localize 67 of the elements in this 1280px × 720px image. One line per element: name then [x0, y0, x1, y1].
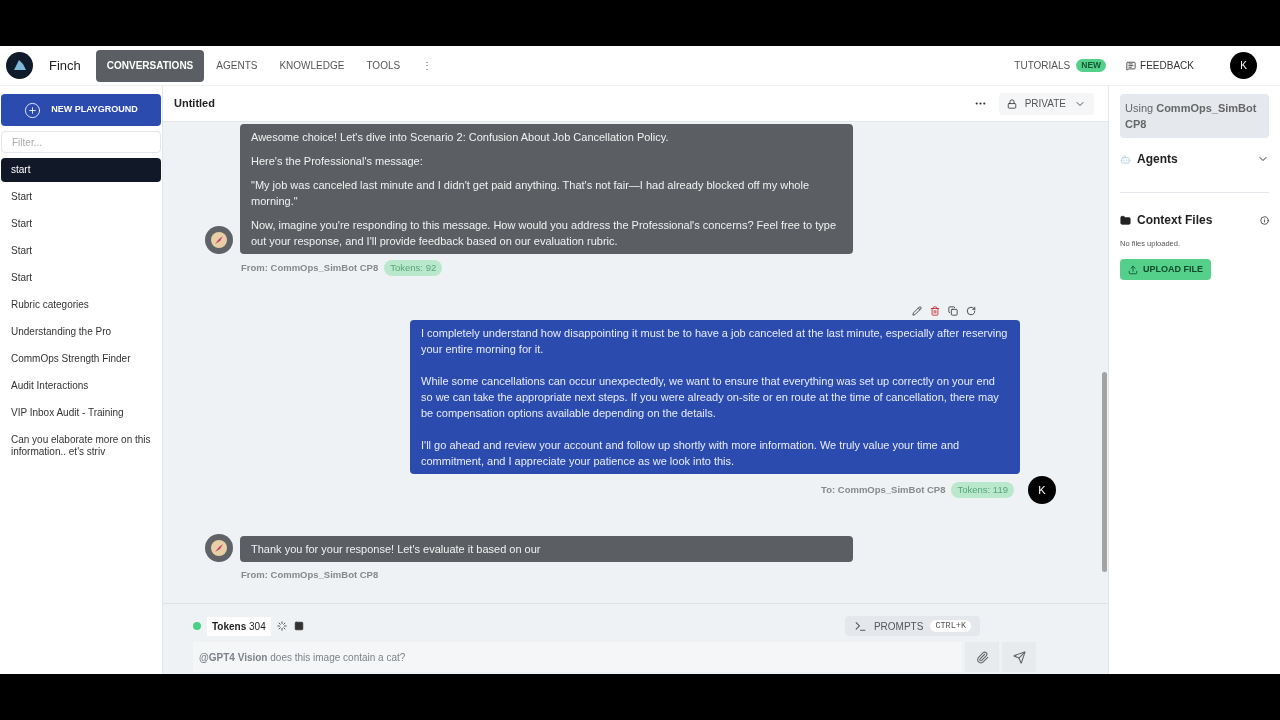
feedback-button[interactable]: FEEDBACK: [1126, 58, 1194, 73]
folder-icon: [1120, 214, 1131, 226]
attach-button[interactable]: [965, 642, 999, 672]
app-name: Finch: [49, 56, 81, 75]
context-files-heading: Context Files: [1137, 212, 1213, 229]
conversation-item[interactable]: Start: [1, 266, 161, 290]
upload-icon: [1128, 264, 1138, 275]
paperclip-icon: [975, 650, 989, 664]
conversation-item[interactable]: VIP Inbox Audit - Training: [1, 401, 161, 425]
robot-icon: [1120, 153, 1131, 165]
message-text: Awesome choice! Let's dive into Scenario 2: Confusion About Job Cancellation Policy.: [251, 130, 670, 145]
compass-avatar-icon: [205, 534, 233, 563]
agents-heading: Agents: [1137, 151, 1178, 168]
tutorials-link[interactable]: TUTORIALS: [1014, 58, 1071, 73]
profile-avatar[interactable]: K: [1230, 52, 1257, 79]
stop-icon[interactable]: [293, 621, 304, 631]
message-sender: From: CommOps_SimBot CP8: [241, 261, 379, 275]
spinner-icon: [276, 621, 287, 631]
trash-icon[interactable]: [930, 306, 940, 317]
nav-tab[interactable]: CONVERSATIONS: [95, 49, 205, 82]
token-badge: Tokens: 119: [951, 482, 1014, 499]
conversation-item[interactable]: CommOps Strength Finder: [1, 347, 161, 371]
terminal-icon: [853, 619, 867, 633]
copy-icon[interactable]: [948, 306, 958, 317]
message-text: While some cancellations can occur unexpectedly, we want to ensure that everything was set up correctly on your end so we can take the appropriate next steps. If you were already on-site or en route at the time of cancellation, there may be compensation options available depending on the details.: [421, 374, 1000, 422]
conversation-item[interactable]: Can you elaborate more on this information.. et's striv: [1, 428, 161, 464]
conversation-title: Untitled: [174, 96, 215, 112]
message-field[interactable]: @GPT4 Vision does this image contain a cat?: [193, 642, 962, 672]
prompts-button[interactable]: PROMPTS CTRL+K: [844, 616, 980, 636]
send-button[interactable]: [1002, 642, 1036, 672]
user-avatar: K: [1028, 476, 1056, 505]
nav-tab[interactable]: TOOLS: [356, 49, 411, 82]
plus-icon: [24, 101, 42, 119]
message-text: Thank you for your response! Let's evaluate it based on our: [251, 542, 542, 558]
message-text: I completely understand how disappointing it must be to have a job canceled at the last minute, especially after reserving your entire morning for it.: [421, 326, 1009, 358]
token-count: Tokens 304: [207, 616, 271, 636]
agent-info: Using CommOps_SimBot CP8: [1120, 94, 1269, 138]
conversation-item[interactable]: Start: [1, 212, 161, 236]
conversation-item[interactable]: Start: [1, 239, 161, 263]
message-sender: From: CommOps_SimBot CP8: [241, 568, 379, 583]
compass-avatar-icon: [205, 226, 233, 254]
privacy-dropdown[interactable]: PRIVATE: [998, 92, 1094, 115]
lock-icon: [1006, 98, 1017, 109]
send-icon: [1012, 650, 1026, 664]
conversation-item[interactable]: start: [1, 158, 161, 182]
feedback-icon: [1126, 60, 1137, 71]
refresh-icon[interactable]: [966, 306, 976, 317]
conversation-item[interactable]: Audit Interactions: [1, 374, 161, 398]
nav-tab[interactable]: KNOWLEDGE: [269, 49, 355, 82]
info-icon[interactable]: [1260, 215, 1269, 225]
token-badge: Tokens: 92: [384, 260, 443, 277]
new-badge: NEW: [1076, 59, 1107, 72]
edit-icon[interactable]: [912, 306, 922, 317]
message-text: Now, imagine you're responding to this message. How would you address the Professional's concerns? Feel free to type out your response, and I'll provide feedback based on our evaluation rubric.: [251, 218, 838, 249]
new-playground-button[interactable]: NEW PLAYGROUND: [1, 94, 161, 126]
message-text: Here's the Professional's message:: [251, 154, 424, 169]
nav-tab[interactable]: AGENTS: [206, 49, 268, 82]
filter-field[interactable]: Filter...: [1, 131, 161, 153]
conversation-item[interactable]: Rubric categories: [1, 293, 161, 317]
conversation-item[interactable]: Start: [1, 185, 161, 209]
message-text: I'll go ahead and review your account and follow up shortly with more information. We truly value your time and commitment, and I appreciate your patience as we look into this.: [421, 438, 961, 470]
conversation-item[interactable]: Understanding the Pro: [1, 320, 161, 344]
message-recipient: To: CommOps_SimBot CP8: [821, 483, 946, 498]
upload-file-button[interactable]: UPLOAD FILE: [1120, 259, 1211, 281]
nav-tab[interactable]: ⋮: [412, 49, 443, 82]
message-text: "My job was canceled last minute and I didn't get paid anything. That's not fair—I had already blocked off my whole morning.": [251, 178, 810, 209]
shortcut-key: CTRL+K: [930, 619, 971, 633]
